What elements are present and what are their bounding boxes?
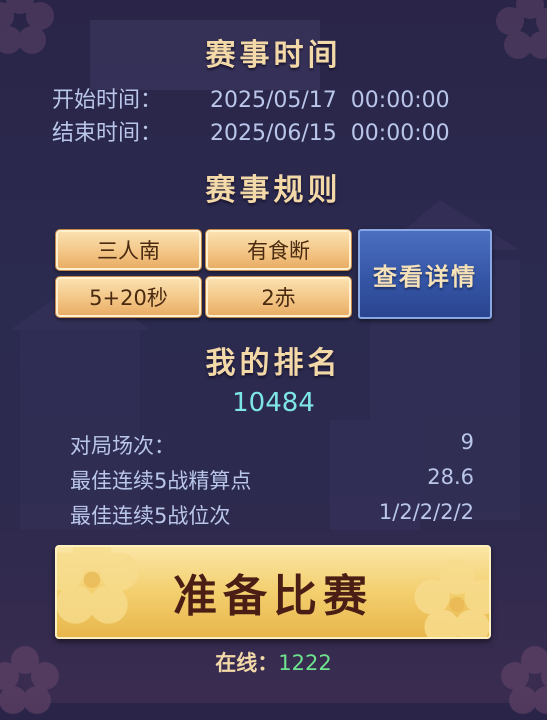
view-details-button[interactable]: 查看详情: [358, 229, 492, 319]
stat-value: 9: [460, 430, 474, 454]
stat-row: 对局场次： 9: [70, 430, 474, 460]
stat-row: 最佳连续5战精算点 28.6: [70, 465, 474, 495]
stat-value: 28.6: [427, 465, 474, 489]
start-time-label: 开始时间：: [52, 88, 163, 113]
event-time-title: 赛事时间: [205, 38, 342, 73]
rule-tag-red-fives: 2赤: [205, 276, 352, 318]
online-label: 在线：: [215, 650, 279, 675]
end-time-label: 结束时间：: [52, 121, 163, 146]
stat-label: 对局场次：: [70, 434, 175, 458]
rule-tag-time: 5+20秒: [55, 276, 202, 318]
sakura-icon: [57, 547, 139, 624]
stat-label: 最佳连续5战位次: [70, 504, 231, 528]
start-time-value: 2025/05/17 00:00:00: [210, 88, 450, 113]
event-rules-title: 赛事规则: [205, 173, 342, 208]
my-ranking-title: 我的排名: [205, 346, 342, 381]
stat-value: 1/2/2/2/2: [378, 500, 474, 524]
sakura-icon: [414, 559, 489, 637]
stat-label: 最佳连续5战精算点: [70, 469, 252, 493]
online-value: 1222: [278, 651, 332, 675]
online-count: 在线：1222: [0, 647, 547, 677]
rule-tag-kuitan: 有食断: [205, 229, 352, 271]
rule-tag-players: 三人南: [55, 229, 202, 271]
end-time-value: 2025/06/15 00:00:00: [210, 121, 450, 146]
prepare-match-label: 准备比赛: [173, 571, 373, 622]
end-time-row: 结束时间： 2025/06/15 00:00:00: [52, 115, 450, 147]
stat-row: 最佳连续5战位次 1/2/2/2/2: [70, 500, 474, 530]
start-time-row: 开始时间： 2025/05/17 00:00:00: [52, 82, 450, 114]
rank-value: 10484: [232, 388, 315, 418]
prepare-match-button[interactable]: 准备比赛: [55, 545, 491, 639]
